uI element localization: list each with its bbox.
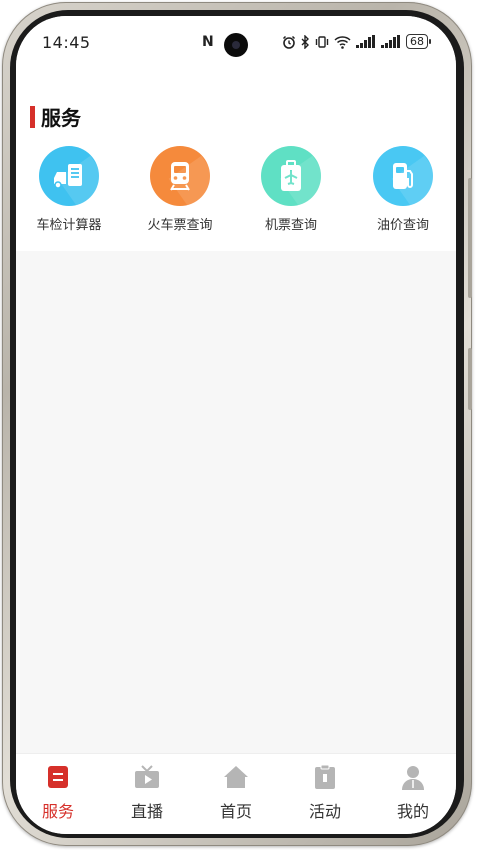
user-icon [402, 766, 424, 790]
screen: 14:45 N 68 服务 车检计算器 火车票查询 机票查询 油价查询 服务 直… [16, 16, 456, 834]
content-area [16, 251, 456, 753]
alarm-icon [282, 35, 296, 49]
volume-button [468, 178, 472, 298]
tab-label: 我的 [396, 802, 429, 821]
service-label: 火车票查询 [147, 218, 213, 233]
status-time: 14:45 [42, 33, 91, 52]
clipboard-icon [315, 764, 335, 789]
airplane-luggage-icon [261, 146, 321, 206]
vibrate-icon [315, 35, 329, 48]
car-inspection-icon [39, 146, 99, 206]
battery-icon: 68 [406, 34, 431, 49]
home-icon [224, 766, 248, 788]
tab-service[interactable]: 服务 [16, 764, 102, 822]
section-header: 服务 [30, 102, 81, 131]
tab-label: 服务 [41, 802, 74, 821]
section-accent-bar [30, 105, 35, 128]
status-icons: 68 [282, 34, 431, 49]
service-fuel-price[interactable]: 油价查询 [353, 146, 453, 233]
train-icon [150, 146, 210, 206]
service-car-inspection[interactable]: 车检计算器 [19, 146, 119, 233]
service-label: 机票查询 [264, 218, 317, 233]
tab-activity[interactable]: 活动 [281, 764, 369, 822]
tv-icon [135, 765, 159, 788]
tab-mine[interactable]: 我的 [369, 764, 456, 822]
nfc-icon: N [202, 34, 214, 50]
tab-label: 首页 [219, 802, 252, 821]
front-camera [224, 33, 248, 57]
tab-label: 直播 [130, 802, 163, 821]
bottom-tabbar: 服务 直播 首页 活动 我的 [16, 753, 456, 834]
service-train-ticket[interactable]: 火车票查询 [130, 146, 230, 233]
tab-live[interactable]: 直播 [103, 764, 191, 822]
wifi-icon [334, 35, 351, 49]
tab-label: 活动 [308, 802, 341, 821]
signal-icon [356, 35, 375, 48]
status-bar: 14:45 N 68 [16, 16, 456, 68]
service-flight-ticket[interactable]: 机票查询 [241, 146, 341, 233]
services-grid: 车检计算器 火车票查询 机票查询 油价查询 [16, 146, 456, 236]
bluetooth-icon [301, 34, 309, 49]
tab-home[interactable]: 首页 [192, 764, 280, 822]
services-panel: 14:45 N 68 服务 车检计算器 火车票查询 机票查询 油价查询 [16, 16, 456, 251]
section-title: 服务 [41, 106, 81, 130]
signal-icon [381, 35, 400, 48]
service-icon [48, 766, 68, 788]
service-label: 油价查询 [376, 218, 429, 233]
power-button [468, 348, 472, 410]
service-label: 车检计算器 [36, 218, 102, 233]
fuel-pump-icon [373, 146, 433, 206]
